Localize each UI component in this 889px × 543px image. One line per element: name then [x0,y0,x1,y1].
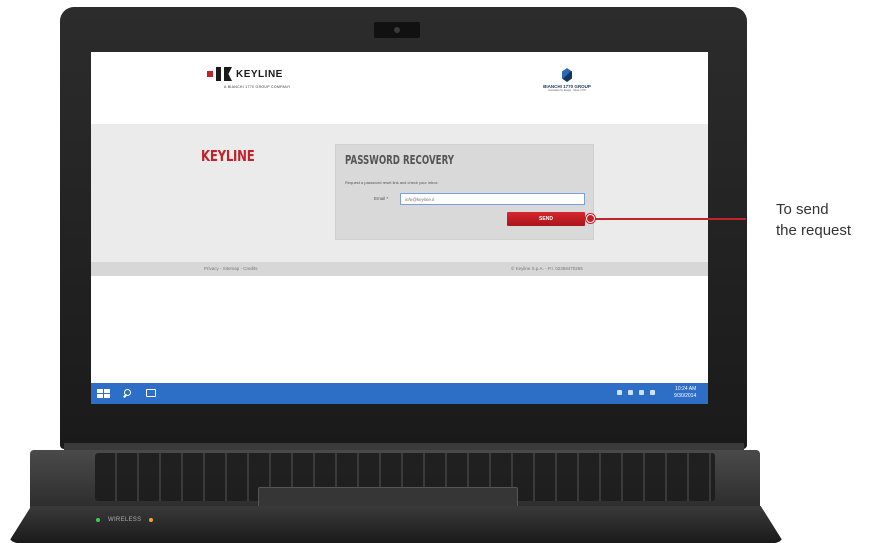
wireless-led [96,518,100,522]
laptop-base [8,506,784,543]
bianchi-logo-mark [562,68,572,82]
site-header: KEYLINE A BIANCHI 1770 GROUP COMPANY BIA… [91,52,708,124]
site-body: KEYLINE PASSWORD RECOVERY Request a pass… [91,124,708,262]
logo-square [207,71,213,77]
bianchi-logo[interactable]: BIANCHI 1770 GROUP Innovation by design … [537,68,597,92]
annotation-line-2: the request [776,222,852,239]
logo-k [224,67,232,81]
power-led [149,518,154,522]
recovery-description: Request a password reset link and check … [345,180,439,185]
annotation-line [594,218,746,220]
taskbar-clock[interactable]: 10:24 AM 9/30/2014 [674,386,696,400]
footer-copyright: © Keyline S.p.A. - P.I. 02359470265 [511,266,583,271]
volume-icon[interactable] [650,390,655,395]
task-view-icon[interactable] [146,389,156,397]
keyline-logo[interactable]: KEYLINE [207,67,283,81]
start-tile [97,394,103,398]
wireless-label: WIRELESS [108,517,142,523]
keyline-logo-subtitle: A BIANCHI 1770 GROUP COMPANY [224,85,291,89]
clock-time: 10:24 AM [675,386,697,392]
password-recovery-panel: PASSWORD RECOVERY Request a password res… [335,144,594,240]
tray-chevron-icon[interactable] [617,390,622,395]
signal-icon[interactable] [639,390,644,395]
system-tray [617,390,655,395]
laptop-screen: KEYLINE A BIANCHI 1770 GROUP COMPANY BIA… [91,52,708,404]
send-button[interactable]: SEND [507,212,585,226]
email-field[interactable] [400,193,585,205]
start-tile [97,389,103,393]
start-tile [104,394,110,398]
clock-date: 9/30/2014 [674,393,697,399]
recovery-title: PASSWORD RECOVERY [345,153,455,167]
footer-links[interactable]: Privacy - Sitemap - Credits [204,266,258,271]
email-label: Email * [374,196,389,201]
annotation-text: To send the request [776,199,851,241]
site-footer: Privacy - Sitemap - Credits © Keyline S.… [91,262,708,276]
network-icon[interactable] [628,390,633,395]
windows-start-icon[interactable] [94,385,112,402]
start-tile [104,389,110,393]
annotation-line-1: To send [776,201,829,218]
logo-bar [216,67,221,81]
webcam-icon [374,22,420,38]
annotation-dot [586,214,595,223]
page: KEYLINE A BIANCHI 1770 GROUP COMPANY BIA… [0,0,889,543]
search-icon[interactable] [120,387,134,401]
bianchi-logo-subtitle: Innovation by design · Since 1770 [548,89,586,92]
keyline-logo-word: KEYLINE [236,68,283,80]
brand-title: KEYLINE [201,147,255,165]
taskbar: 10:24 AM 9/30/2014 [91,383,708,404]
keyline-logo-mark [207,67,232,81]
status-lights: WIRELESS [96,517,154,523]
webcam-lens [394,27,400,33]
